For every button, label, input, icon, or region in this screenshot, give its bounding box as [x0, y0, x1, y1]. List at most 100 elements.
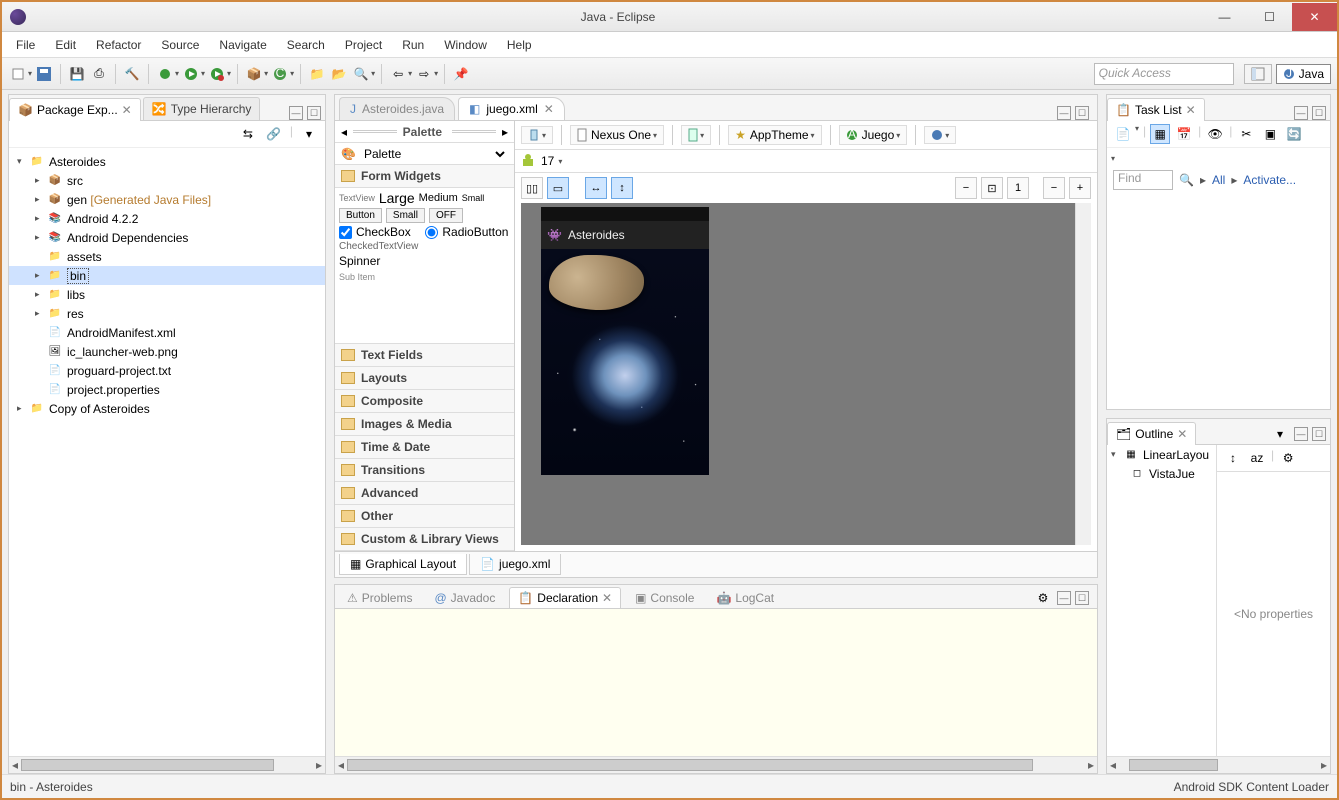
collapse-all-icon[interactable]: ⇆ [238, 124, 258, 144]
open-perspective-button[interactable] [1244, 64, 1272, 84]
maximize-view-icon[interactable]: ☐ [1075, 591, 1089, 605]
close-tab-icon[interactable]: ✕ [1186, 103, 1196, 117]
activity-dropdown[interactable]: AJuego▾ [839, 125, 908, 145]
minimize-button[interactable]: — [1202, 3, 1247, 31]
minimize-editor-icon[interactable]: — [1057, 106, 1071, 120]
task-menu-icon[interactable]: ▾ [1111, 154, 1115, 163]
tab-package-explorer[interactable]: 📦Package Exp... ✕ [9, 98, 141, 121]
minimize-view-icon[interactable]: — [1057, 591, 1071, 605]
scheduled-icon[interactable]: 📅 [1174, 124, 1194, 144]
tab-javadoc[interactable]: @Javadoc [426, 588, 503, 608]
print-icon[interactable]: ⎙ [89, 64, 109, 84]
palette-category[interactable]: Images & Media [335, 413, 514, 436]
tab-graphical-layout[interactable]: ▦Graphical Layout [339, 554, 467, 575]
search-icon[interactable]: 🔍 [1179, 173, 1194, 187]
minimize-view-icon[interactable]: — [1294, 427, 1308, 441]
expand-icon[interactable]: ▸ [502, 125, 508, 139]
close-tab-icon[interactable]: ✕ [544, 102, 554, 116]
api-dropdown[interactable]: ▾ [558, 157, 562, 166]
tab-juego-xml[interactable]: ◧juego.xml ✕ [458, 97, 565, 120]
menu-refactor[interactable]: Refactor [86, 34, 151, 56]
palette-filter-select[interactable]: Palette [360, 146, 508, 162]
palette-category[interactable]: Advanced [335, 482, 514, 505]
close-button[interactable]: ✕ [1292, 3, 1337, 31]
palette-category[interactable]: Composite [335, 390, 514, 413]
maximize-button[interactable]: ☐ [1247, 3, 1292, 31]
zoom-fit-icon[interactable]: ⊡ [981, 177, 1003, 199]
horizontal-scrollbar[interactable]: ◂▸ [335, 756, 1097, 773]
tab-task-list[interactable]: 📋Task List ✕ [1107, 98, 1205, 121]
save-icon[interactable] [34, 64, 54, 84]
view-menu-icon[interactable]: ▾ [1270, 424, 1290, 444]
new-class-icon[interactable]: C [270, 64, 290, 84]
menu-window[interactable]: Window [434, 34, 497, 56]
collapse-icon[interactable]: ▣ [1260, 124, 1280, 144]
project-tree[interactable]: ▾📁Asteroides ▸📦src ▸📦gen [Generated Java… [9, 148, 325, 756]
nav-fwd-icon[interactable]: ⇨ [414, 64, 434, 84]
menu-edit[interactable]: Edit [45, 34, 86, 56]
menu-project[interactable]: Project [335, 34, 392, 56]
toggle-width-icon[interactable]: ↔ [585, 177, 607, 199]
task-activate-link[interactable]: Activate... [1243, 173, 1296, 187]
palette-category[interactable]: Transitions [335, 459, 514, 482]
run-last-icon[interactable] [207, 64, 227, 84]
az-sort-icon[interactable]: aᴢ [1247, 448, 1267, 468]
synchronize-icon[interactable]: 🔄 [1284, 124, 1304, 144]
minimize-view-icon[interactable]: — [289, 106, 303, 120]
show-advanced-icon[interactable]: ⚙ [1278, 448, 1298, 468]
java-perspective-button[interactable]: JJava [1276, 64, 1331, 84]
palette-radio[interactable] [425, 226, 438, 239]
nav-back-icon[interactable]: ⇦ [388, 64, 408, 84]
palette-toggle-button[interactable]: OFF [429, 208, 463, 223]
maximize-view-icon[interactable]: ☐ [1312, 427, 1326, 441]
toggle-height-icon[interactable]: ↕ [611, 177, 633, 199]
new-package-icon[interactable]: 📦 [244, 64, 264, 84]
menu-help[interactable]: Help [497, 34, 542, 56]
canvas-vscroll[interactable] [1075, 203, 1091, 545]
maximize-view-icon[interactable]: ☐ [307, 106, 321, 120]
view-options-icon[interactable]: ▯▯ [521, 177, 543, 199]
palette-category[interactable]: Layouts [335, 367, 514, 390]
menu-navigate[interactable]: Navigate [209, 34, 276, 56]
close-tab-icon[interactable]: ✕ [602, 591, 612, 605]
outline-tree[interactable]: ▾▦LinearLayou ◻VistaJue [1107, 445, 1217, 756]
open-type-icon[interactable]: 📁 [307, 64, 327, 84]
categorized-icon[interactable]: ▦ [1150, 124, 1170, 144]
sort-icon[interactable]: ↕ [1223, 448, 1243, 468]
maximize-editor-icon[interactable]: ☐ [1075, 106, 1089, 120]
collapse-icon[interactable]: ◂ [341, 125, 347, 139]
task-find-input[interactable]: Find [1113, 170, 1173, 190]
tab-problems[interactable]: ⚠Problems [339, 588, 420, 608]
task-all-link[interactable]: All [1212, 173, 1225, 187]
focus-icon[interactable]: 👁 [1205, 124, 1225, 144]
tab-declaration[interactable]: 📋Declaration ✕ [509, 587, 621, 608]
menu-file[interactable]: File [6, 34, 45, 56]
tab-xml-source[interactable]: 📄juego.xml [469, 554, 561, 575]
close-tab-icon[interactable]: ✕ [1177, 427, 1187, 441]
open-task-icon[interactable]: 📂 [329, 64, 349, 84]
hide-icon[interactable]: ✂ [1236, 124, 1256, 144]
menu-source[interactable]: Source [151, 34, 209, 56]
new-task-icon[interactable]: 📄 [1113, 124, 1133, 144]
view-menu-icon[interactable]: ▾ [299, 124, 319, 144]
save-all-icon[interactable]: 💾 [67, 64, 87, 84]
palette-category[interactable]: Other [335, 505, 514, 528]
zoom-100-icon[interactable]: 1 [1007, 177, 1029, 199]
tab-outline[interactable]: 🗂Outline ✕ [1107, 422, 1196, 445]
quick-access-input[interactable]: Quick Access [1094, 63, 1234, 85]
palette-checkbox[interactable] [339, 226, 352, 239]
run-icon[interactable] [181, 64, 201, 84]
link-editor-icon[interactable]: 🔗 [264, 124, 284, 144]
orientation-dropdown[interactable]: ▾ [681, 125, 711, 145]
zoom-out-icon[interactable]: − [955, 177, 977, 199]
tab-logcat[interactable]: 🤖LogCat [708, 588, 782, 608]
pin-icon[interactable]: 📌 [451, 64, 471, 84]
horizontal-scrollbar[interactable]: ◂▸ [1107, 756, 1330, 773]
menu-search[interactable]: Search [277, 34, 335, 56]
menu-run[interactable]: Run [392, 34, 434, 56]
palette-small-button[interactable]: Small [386, 208, 425, 223]
design-canvas[interactable]: 👾Asteroides [521, 203, 1091, 545]
tree-row-bin[interactable]: ▸📁bin [9, 266, 325, 285]
debug-icon[interactable] [155, 64, 175, 84]
tab-type-hierarchy[interactable]: 🔀Type Hierarchy [143, 97, 261, 120]
